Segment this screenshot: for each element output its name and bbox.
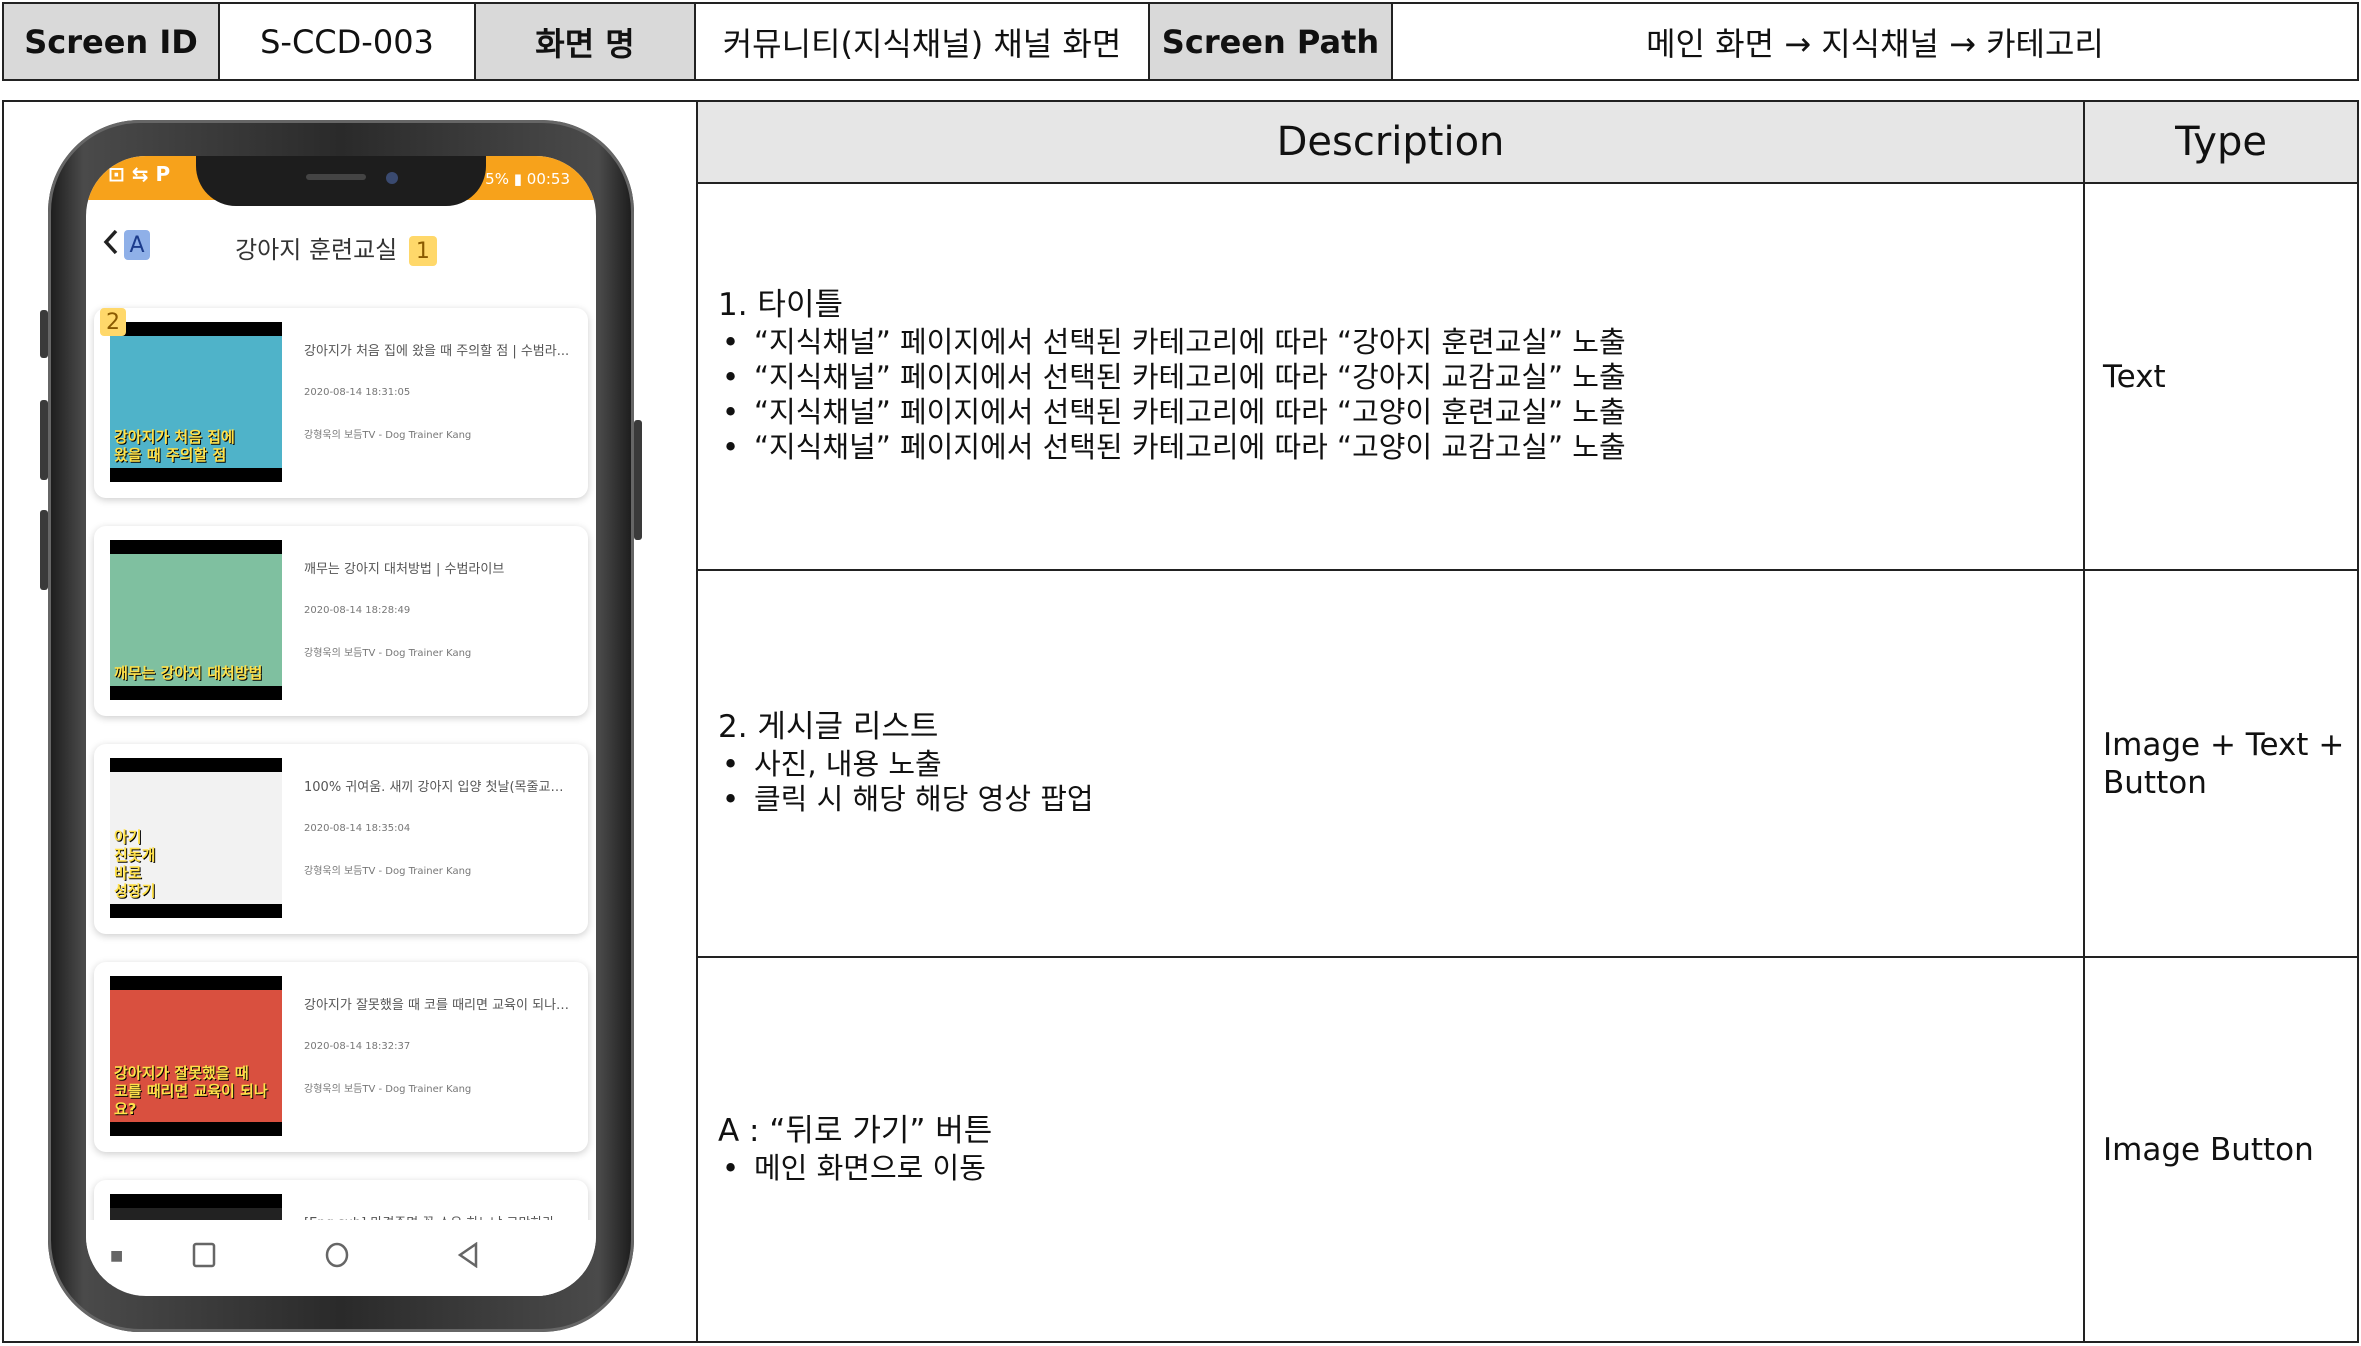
row-title: 1. 타이틀 (718, 287, 843, 323)
post-thumbnail: 강아지가 잘못했을 때 코를 때리면 교육이 되나요? (110, 976, 282, 1136)
bullet-item: 클릭 시 해당 해당 영상 팝업 (718, 782, 2083, 817)
row-bullets: 사진, 내용 노출 클릭 시 해당 해당 영상 팝업 (718, 747, 2083, 817)
screen-name-value: 커뮤니티(지식채널) 채널 화면 (696, 4, 1150, 79)
post-author: 강형욱의 보듬TV - Dog Trainer Kang (304, 648, 472, 659)
phone-volume-down (40, 510, 48, 590)
row-type: Image + Text + Button (2103, 726, 2345, 801)
post-thumbnail: 아기 진돗개 바로 성장기 (110, 758, 282, 918)
screen-preview-panel: ⊡ ⇆ P 75% ▮ 00:53 A 강아지 훈련교실 1 2 강아지가 처음… (4, 102, 698, 1341)
spec-row-back-button: A : “뒤로 가기” 버튼 메인 화면으로 이동 Image Button (698, 958, 2357, 1341)
app-bar: A 강아지 훈련교실 1 (86, 216, 596, 276)
post-card[interactable]: 아기 진돗개 바로 성장기 100% 귀여움. 새끼 강아지 입양 첫날(목줄교육… (94, 744, 588, 934)
spec-table: ⊡ ⇆ P 75% ▮ 00:53 A 강아지 훈련교실 1 2 강아지가 처음… (2, 100, 2359, 1343)
phone-notch (196, 156, 486, 206)
spec-row-title: 1. 타이틀 “지식채널” 페이지에서 선택된 카테고리에 따라 “강아지 훈련… (698, 184, 2357, 571)
bullet-item: “지식채널” 페이지에서 선택된 카테고리에 따라 “고양이 훈련교실” 노출 (718, 395, 2083, 430)
screen-info-header: Screen ID S-CCD-003 화면 명 커뮤니티(지식채널) 채널 화… (2, 2, 2359, 81)
status-battery-time: 75% ▮ 00:53 (475, 170, 570, 188)
type-column-header: Type (2085, 102, 2357, 184)
screen-id-label: Screen ID (4, 4, 220, 79)
thumbnail-caption: 강아지가 잘못했을 때 코를 때리면 교육이 되나요? (114, 1064, 268, 1118)
thumbnail-caption: 깨무는 강아지 대처방법 (114, 664, 263, 682)
phone-screen: ⊡ ⇆ P 75% ▮ 00:53 A 강아지 훈련교실 1 2 강아지가 처음… (86, 156, 596, 1296)
square-icon[interactable] (192, 1242, 216, 1275)
post-date: 2020-08-14 18:31:05 (304, 387, 411, 398)
row-bullets: 메인 화면으로 이동 (718, 1151, 2083, 1186)
description-column-header: Description (698, 102, 2085, 184)
post-date: 2020-08-14 18:28:49 (304, 605, 411, 616)
screen-path-label: Screen Path (1150, 4, 1393, 79)
bullet-item: “지식채널” 페이지에서 선택된 카테고리에 따라 “고양이 교감고실” 노출 (718, 430, 2083, 465)
phone-power-button (634, 420, 642, 540)
row-description: 2. 게시글 리스트 사진, 내용 노출 클릭 시 해당 해당 영상 팝업 (698, 571, 2085, 956)
thumbnail-caption: 강아지가 처음 집에 왔을 때 주의할 점 (114, 428, 235, 464)
screen-name-label: 화면 명 (476, 4, 696, 79)
menu-dot-icon[interactable]: ■ (110, 1248, 123, 1264)
phone-mockup: ⊡ ⇆ P 75% ▮ 00:53 A 강아지 훈련교실 1 2 강아지가 처음… (40, 120, 642, 1332)
screen-title-text: 강아지 훈련교실 (235, 236, 398, 264)
post-card[interactable]: 깨무는 강아지 대처방법 깨무는 강아지 대처방법 | 수범라이브 2020-08-… (94, 526, 588, 716)
post-author: 강형욱의 보듬TV - Dog Trainer Kang (304, 1084, 472, 1095)
post-title: 강아지가 처음 집에 왔을 때 주의할 점 | 수범라... (304, 344, 570, 359)
bullet-item: “지식채널” 페이지에서 선택된 카테고리에 따라 “강아지 교감교실” 노출 (718, 360, 2083, 395)
status-left-icons: ⊡ ⇆ P (108, 162, 171, 186)
row-description: 1. 타이틀 “지식채널” 페이지에서 선택된 카테고리에 따라 “강아지 훈련… (698, 184, 2085, 569)
bullet-item: 메인 화면으로 이동 (718, 1151, 2083, 1186)
screen-path-value: 메인 화면 → 지식채널 → 카테고리 (1646, 24, 2104, 63)
circle-icon[interactable] (324, 1242, 350, 1275)
camera-icon (386, 172, 398, 184)
spec-row-post-list: 2. 게시글 리스트 사진, 내용 노출 클릭 시 해당 해당 영상 팝업 Im… (698, 571, 2357, 958)
screen-title: 강아지 훈련교실 1 (86, 230, 596, 266)
row-bullets: “지식채널” 페이지에서 선택된 카테고리에 따라 “강아지 훈련교실” 노출 … (718, 325, 2083, 465)
triangle-back-icon[interactable] (456, 1241, 480, 1275)
post-date: 2020-08-14 18:32:37 (304, 1041, 411, 1052)
annotation-badge-2: 2 (100, 308, 126, 336)
post-meta: 강아지가 잘못했을 때 코를 때리면 교육이 되나요... 2020-08-14 … (304, 994, 574, 1095)
post-card[interactable]: 강아지가 잘못했을 때 코를 때리면 교육이 되나요? 강아지가 잘못했을 때 코… (94, 962, 588, 1152)
android-nav-bar: ■ (86, 1220, 596, 1296)
post-card[interactable]: 강아지가 처음 집에 왔을 때 주의할 점 강아지가 처음 집에 왔을 때 주의할… (94, 308, 588, 498)
phone-volume-up (40, 400, 48, 480)
post-meta: 강아지가 처음 집에 왔을 때 주의할 점 | 수범라... 2020-08-14… (304, 340, 574, 441)
row-type: Image Button (2103, 1131, 2314, 1168)
row-description: A : “뒤로 가기” 버튼 메인 화면으로 이동 (698, 958, 2085, 1341)
row-title: 2. 게시글 리스트 (718, 709, 939, 745)
post-title: 100% 귀여움. 새끼 강아지 입양 첫날(목줄교육)... (304, 780, 574, 795)
post-thumbnail: 깨무는 강아지 대처방법 (110, 540, 282, 700)
thumbnail-caption: 아기 진돗개 바로 성장기 (114, 828, 156, 900)
post-author: 강형욱의 보듬TV - Dog Trainer Kang (304, 866, 472, 877)
post-title: 깨무는 강아지 대처방법 | 수범라이브 (304, 562, 505, 577)
phone-side-button (40, 310, 48, 358)
post-author: 강형욱의 보듬TV - Dog Trainer Kang (304, 430, 472, 441)
annotation-badge-1: 1 (408, 236, 437, 266)
bullet-item: “지식채널” 페이지에서 선택된 카테고리에 따라 “강아지 훈련교실” 노출 (718, 325, 2083, 360)
speaker-icon (306, 174, 366, 180)
screen-id-value: S-CCD-003 (220, 4, 476, 79)
post-title: 강아지가 잘못했을 때 코를 때리면 교육이 되나요... (304, 998, 574, 1013)
post-meta: 100% 귀여움. 새끼 강아지 입양 첫날(목줄교육)... 2020-08-1… (304, 776, 574, 877)
bullet-item: 사진, 내용 노출 (718, 747, 2083, 782)
post-thumbnail: 강아지가 처음 집에 왔을 때 주의할 점 (110, 322, 282, 482)
row-title: A : “뒤로 가기” 버튼 (718, 1112, 993, 1149)
post-list: 강아지가 처음 집에 왔을 때 주의할 점 강아지가 처음 집에 왔을 때 주의할… (94, 308, 588, 1296)
row-type: Text (2103, 358, 2166, 395)
post-date: 2020-08-14 18:35:04 (304, 823, 411, 834)
post-meta: 깨무는 강아지 대처방법 | 수범라이브 2020-08-14 18:28:49 강… (304, 558, 574, 659)
